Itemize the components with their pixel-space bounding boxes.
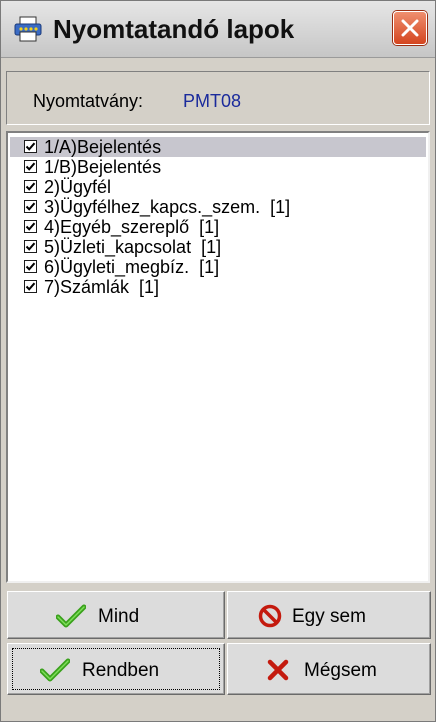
form-info-panel: Nyomtatvány: PMT08	[6, 71, 430, 125]
page-label: 2)Ügyfél	[44, 177, 112, 197]
close-icon	[401, 19, 419, 37]
page-label: 6)Ügyleti_megbíz. [1]	[44, 257, 220, 277]
checkmark-icon	[25, 242, 36, 251]
list-item[interactable]: 1/B)Bejelentés	[10, 157, 426, 177]
green-check-icon	[55, 604, 87, 633]
form-label: Nyomtatvány:	[33, 91, 144, 111]
green-check-icon	[39, 658, 71, 687]
print-pages-dialog: Nyomtatandó lapok Nyomtatvány: PMT08 1/A…	[0, 0, 436, 722]
checkmark-icon	[25, 162, 36, 171]
select-all-label: Mind	[98, 606, 140, 627]
list-item[interactable]: 1/A)Bejelentés	[10, 137, 426, 157]
checkmark-icon	[25, 222, 36, 231]
cancel-label: Mégsem	[304, 660, 377, 681]
page-checkbox[interactable]	[24, 200, 37, 213]
list-item[interactable]: 2)Ügyfél	[10, 177, 426, 197]
select-all-button[interactable]: Mind	[7, 591, 225, 639]
page-label: 1/B)Bejelentés	[44, 157, 162, 177]
page-label: 4)Egyéb_szereplő [1]	[44, 217, 220, 237]
title-bar[interactable]: Nyomtatandó lapok	[1, 1, 435, 58]
list-item[interactable]: 3)Ügyfélhez_kapcs._szem. [1]	[10, 197, 426, 217]
checkmark-icon	[25, 262, 36, 271]
page-checkbox[interactable]	[24, 160, 37, 173]
list-item[interactable]: 7)Számlák [1]	[10, 277, 426, 297]
page-checkbox[interactable]	[24, 220, 37, 233]
form-value: PMT08	[183, 91, 242, 111]
page-checkbox[interactable]	[24, 180, 37, 193]
page-checkbox[interactable]	[24, 240, 37, 253]
select-none-label: Egy sem	[292, 606, 366, 627]
printer-icon	[13, 15, 43, 43]
cancel-button[interactable]: Mégsem	[227, 643, 431, 695]
no-entry-icon	[258, 604, 282, 633]
page-checkbox[interactable]	[24, 260, 37, 273]
page-checkbox[interactable]	[24, 280, 37, 293]
checkmark-icon	[25, 182, 36, 191]
pages-list[interactable]: 1/A)Bejelentés 1/B)Bejelentés 2)Ügyfél 3…	[6, 131, 430, 583]
red-x-icon	[266, 658, 290, 687]
checkmark-icon	[25, 202, 36, 211]
page-label: 3)Ügyfélhez_kapcs._szem. [1]	[44, 197, 291, 217]
list-item[interactable]: 4)Egyéb_szereplő [1]	[10, 217, 426, 237]
page-label: 5)Üzleti_kapcsolat [1]	[44, 237, 222, 257]
checkmark-icon	[25, 282, 36, 291]
checkmark-icon	[25, 142, 36, 151]
list-item[interactable]: 6)Ügyleti_megbíz. [1]	[10, 257, 426, 277]
ok-label: Rendben	[82, 660, 160, 681]
page-label: 1/A)Bejelentés	[44, 137, 162, 157]
list-item[interactable]: 5)Üzleti_kapcsolat [1]	[10, 237, 426, 257]
close-button[interactable]	[393, 11, 427, 45]
select-none-button[interactable]: Egy sem	[227, 591, 431, 639]
page-checkbox[interactable]	[24, 140, 37, 153]
ok-button[interactable]: Rendben	[7, 643, 225, 695]
page-label: 7)Számlák [1]	[44, 277, 160, 297]
window-title: Nyomtatandó lapok	[53, 14, 295, 44]
